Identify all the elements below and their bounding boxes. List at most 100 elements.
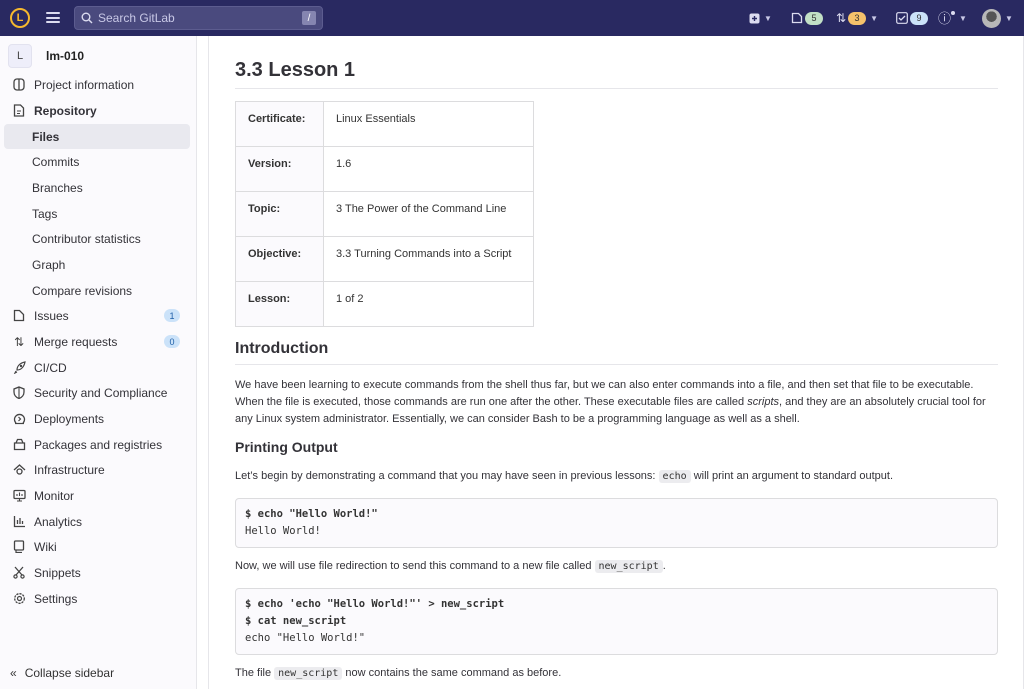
- code-block: $ echo "Hello World!" Hello World!: [235, 498, 998, 548]
- introduction-heading: Introduction: [235, 340, 329, 357]
- sidebar-item-label: Graph: [32, 257, 66, 272]
- inline-code: new_script: [594, 560, 663, 573]
- project-name: lm-010: [46, 49, 85, 63]
- sidebar-item-label: Settings: [34, 591, 78, 606]
- search-box[interactable]: /: [74, 6, 323, 30]
- sidebar-item-label: Issues: [34, 308, 69, 323]
- sidebar-item-label: Files: [32, 129, 60, 144]
- issues-icon: [12, 309, 26, 323]
- sidebar-item-label: Commits: [32, 154, 80, 169]
- sidebar-item-label: Security and Compliance: [34, 385, 168, 400]
- search-shortcut-key: /: [302, 11, 316, 25]
- sidebar-item-repository[interactable]: Repository: [4, 98, 190, 123]
- meta-key: Certificate:: [235, 101, 324, 147]
- printing-paragraph: Let’s begin by demonstrating a command t…: [235, 468, 998, 485]
- menu-icon[interactable]: [46, 12, 60, 23]
- sidebar-item-project-information[interactable]: Project information: [4, 72, 190, 97]
- meta-value: 1.6: [323, 146, 534, 192]
- sidebar-item-label: Merge requests: [34, 334, 118, 349]
- user-avatar: [982, 8, 1001, 28]
- text: .: [662, 560, 666, 572]
- sidebar-item-deployments[interactable]: Deployments: [4, 406, 190, 431]
- monitor-icon: [12, 489, 26, 503]
- sidebar-item-branches[interactable]: Branches: [4, 175, 190, 200]
- meta-value: 1 of 2: [323, 281, 534, 327]
- chevron-down-icon: ▼: [764, 13, 772, 23]
- sidebar-item-label: Repository: [34, 103, 97, 118]
- table-row: Certificate: Linux Essentials: [235, 101, 534, 147]
- sidebar-item-issues[interactable]: Issues 1: [4, 303, 190, 328]
- printing-output-heading: Printing Output: [235, 439, 338, 455]
- help-button[interactable]: ⓘ ▼: [938, 0, 967, 36]
- deployments-icon: [12, 412, 26, 426]
- sidebar-item-analytics[interactable]: Analytics: [4, 509, 190, 534]
- sidebar-item-files[interactable]: Files: [4, 124, 190, 149]
- gitlab-logo-icon[interactable]: L: [10, 8, 30, 28]
- chevron-down-icon: ▼: [870, 13, 878, 23]
- todos-count-badge: 9: [910, 11, 928, 25]
- sidebar-item-merge-requests[interactable]: ⇅ Merge requests 0: [4, 329, 190, 354]
- merge-request-icon: ⇅: [836, 11, 847, 25]
- sidebar-item-label: Wiki: [34, 539, 57, 554]
- sidebar-item-graph[interactable]: Graph: [4, 252, 190, 277]
- meta-key: Topic:: [235, 191, 324, 237]
- sidebar-item-label: CI/CD: [34, 360, 67, 375]
- sidebar-item-security-and-compliance[interactable]: Security and Compliance: [4, 380, 190, 405]
- todos-button[interactable]: 9: [896, 0, 928, 36]
- code-line: $ echo 'echo "Hello World!"' > new_scrip…: [245, 598, 505, 610]
- sidebar-item-infrastructure[interactable]: Infrastructure: [4, 457, 190, 482]
- user-menu-button[interactable]: ▼: [982, 0, 1013, 36]
- search-icon: [81, 12, 93, 24]
- project-header[interactable]: L lm-010: [8, 44, 84, 68]
- redirect-paragraph: Now, we will use file redirection to sen…: [235, 558, 998, 575]
- sidebar-item-settings[interactable]: Settings: [4, 586, 190, 611]
- merge-requests-button[interactable]: ⇅ 3 ▼: [836, 0, 878, 36]
- meta-key: Version:: [235, 146, 324, 192]
- table-row: Lesson: 1 of 2: [235, 281, 534, 327]
- issues-count-badge: 5: [805, 11, 823, 25]
- sidebar-item-label: Contributor statistics: [32, 231, 141, 246]
- scissors-icon: [12, 566, 26, 580]
- sidebar-item-label: Project information: [34, 77, 135, 92]
- sidebar-item-wiki[interactable]: Wiki: [4, 534, 190, 559]
- chevron-down-icon: ▼: [1005, 13, 1013, 23]
- sidebar-item-label: Branches: [32, 180, 83, 195]
- sidebar-item-contributor-statistics[interactable]: Contributor statistics: [4, 226, 190, 251]
- shield-icon: [12, 386, 26, 400]
- sidebar-item-monitor[interactable]: Monitor: [4, 483, 190, 508]
- issues-button[interactable]: 5: [791, 0, 823, 36]
- sidebar-item-cicd[interactable]: CI/CD: [4, 355, 190, 380]
- meta-key: Lesson:: [235, 281, 324, 327]
- cloud-gear-icon: [12, 463, 26, 477]
- sidebar-item-compare-revisions[interactable]: Compare revisions: [4, 278, 190, 303]
- merge-requests-count-badge: 0: [164, 335, 180, 348]
- sidebar-item-label: Compare revisions: [32, 283, 133, 298]
- top-navbar: L / ▼ 5 ⇅ 3 ▼ 9 ⓘ ▼ ▼: [0, 0, 1024, 36]
- sidebar-item-label: Snippets: [34, 565, 81, 580]
- collapse-sidebar-button[interactable]: « Collapse sidebar: [10, 666, 114, 680]
- info-icon: [12, 78, 26, 92]
- sidebar-item-tags[interactable]: Tags: [4, 201, 190, 226]
- create-new-button[interactable]: ▼: [749, 0, 772, 36]
- inline-code: new_script: [274, 667, 343, 680]
- search-input[interactable]: [98, 11, 298, 25]
- text: Now, we will use file redirection to sen…: [235, 560, 595, 572]
- meta-key: Objective:: [235, 236, 324, 282]
- merge-request-icon: ⇅: [13, 334, 25, 349]
- code-line: Hello World!: [245, 525, 321, 537]
- merge-requests-count-badge: 3: [848, 11, 867, 25]
- sidebar-item-label: Analytics: [34, 514, 83, 529]
- meta-value: 3.3 Turning Commands into a Script: [323, 236, 534, 282]
- double-chevron-left-icon: «: [10, 666, 17, 680]
- project-avatar: L: [8, 44, 32, 68]
- meta-value: Linux Essentials: [323, 101, 534, 147]
- divider: [235, 88, 998, 89]
- sidebar-item-packages-and-registries[interactable]: Packages and registries: [4, 432, 190, 457]
- sidebar-item-snippets[interactable]: Snippets: [4, 560, 190, 585]
- table-row: Objective: 3.3 Turning Commands into a S…: [235, 236, 534, 282]
- code-line: $ echo "Hello World!": [245, 508, 378, 520]
- introduction-paragraph: We have been learning to execute command…: [235, 377, 998, 428]
- sidebar-item-commits[interactable]: Commits: [4, 149, 190, 174]
- gear-icon: [12, 592, 26, 606]
- sidebar-item-label: Tags: [32, 206, 58, 221]
